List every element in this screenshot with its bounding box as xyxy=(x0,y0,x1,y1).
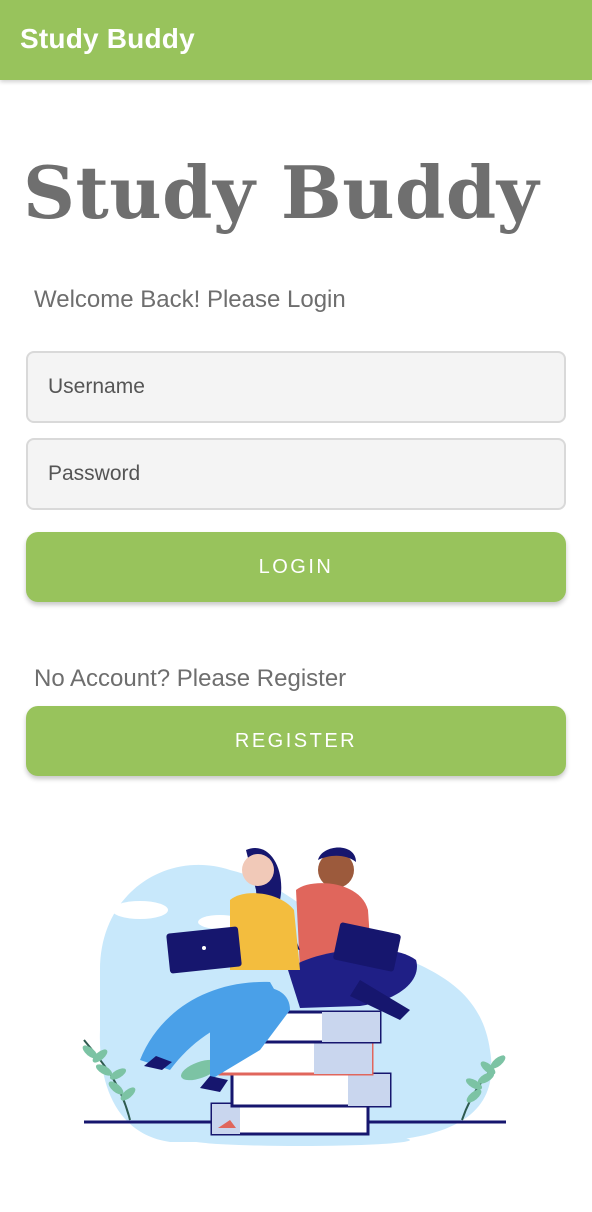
page-title: Study Buddy xyxy=(23,150,540,235)
username-field[interactable] xyxy=(26,351,566,423)
students-studying-illustration xyxy=(82,847,506,1146)
cloud-shape xyxy=(112,901,168,919)
register-prompt: No Account? Please Register xyxy=(34,665,347,692)
welcome-text: Welcome Back! Please Login xyxy=(34,286,346,313)
login-button[interactable]: LOGIN xyxy=(26,532,566,602)
password-field[interactable] xyxy=(26,438,566,510)
app-bar: Study Buddy xyxy=(0,0,592,80)
app-bar-title: Study Buddy xyxy=(20,23,195,54)
register-button[interactable]: REGISTER xyxy=(26,706,566,776)
ground-shadow xyxy=(190,1134,410,1146)
